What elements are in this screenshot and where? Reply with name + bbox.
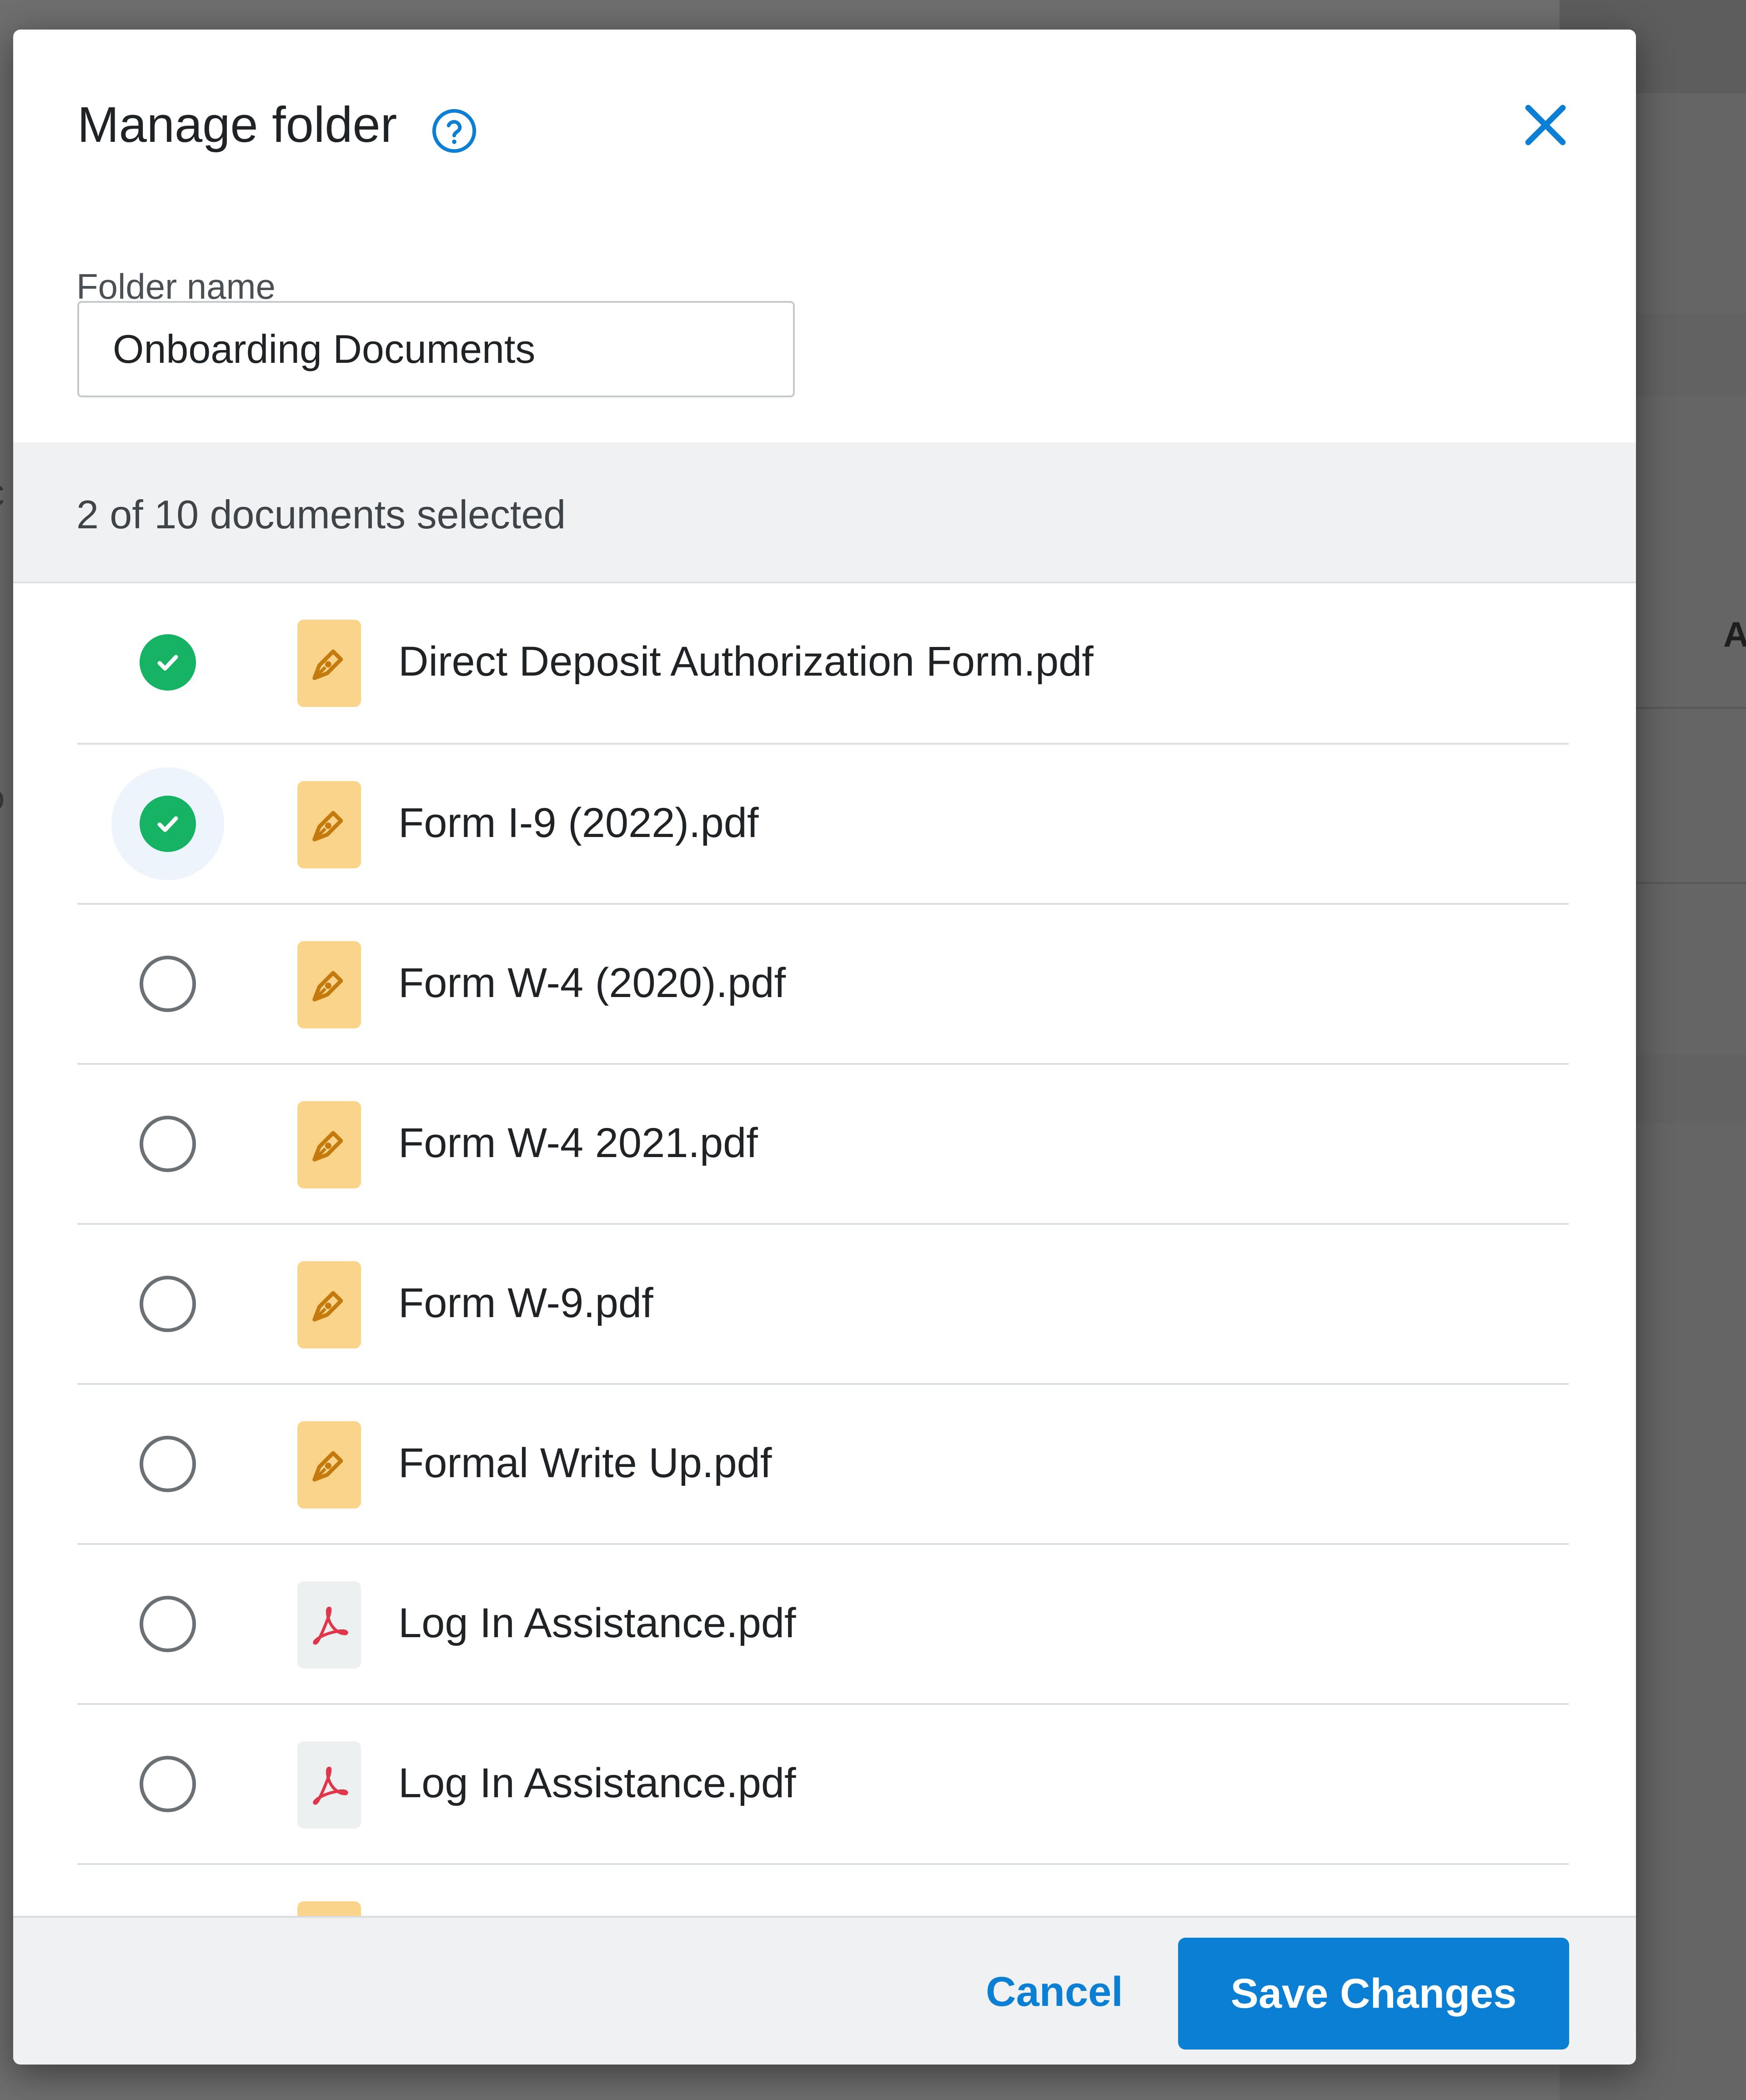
dialog-footer: Cancel Save Changes xyxy=(13,1916,1636,2065)
document-row[interactable]: Form W-9.pdf xyxy=(77,1225,1569,1385)
selected-check-icon[interactable] xyxy=(140,796,196,852)
background-column-letter: A xyxy=(1723,614,1746,654)
document-name: Form W-4 (2020).pdf xyxy=(398,960,786,1006)
signature-pen-icon xyxy=(297,941,361,1028)
close-icon xyxy=(1525,105,1566,145)
document-name: Formal Write Up.pdf xyxy=(398,1440,772,1486)
manage-folder-dialog: Manage folder Folder name 2 of 10 docume… xyxy=(13,30,1636,2065)
document-name: Direct Deposit Authorization Form.pdf xyxy=(398,638,1094,685)
signature-pen-icon xyxy=(297,781,361,868)
dialog-header: Manage folder Folder name xyxy=(13,30,1636,306)
dialog-title: Manage folder xyxy=(77,97,397,153)
save-changes-button[interactable]: Save Changes xyxy=(1178,1938,1569,2050)
signature-pen-icon xyxy=(297,1101,361,1188)
document-row[interactable]: Form I-9 (2022).pdf xyxy=(77,745,1569,905)
signature-pen-icon xyxy=(297,1901,361,1918)
selected-check-icon[interactable] xyxy=(140,634,196,691)
selection-summary-bar: 2 of 10 documents selected xyxy=(13,442,1636,583)
document-name: Form W-9.pdf xyxy=(398,1280,653,1326)
cancel-button[interactable]: Cancel xyxy=(982,1962,1127,2021)
selection-count: 2 of 10 documents selected xyxy=(76,492,566,537)
document-name: Form I-9 (2022).pdf xyxy=(398,800,759,846)
document-row[interactable]: Direct Deposit Authorization Form.pdf xyxy=(77,583,1569,745)
unselected-circle-icon[interactable] xyxy=(140,1116,196,1172)
document-name: Form W-4 2021.pdf xyxy=(398,1120,758,1166)
folder-name-input[interactable] xyxy=(77,301,795,397)
document-row[interactable] xyxy=(77,1865,1569,1918)
unselected-circle-icon[interactable] xyxy=(140,1436,196,1492)
signature-pen-icon xyxy=(297,1421,361,1509)
unselected-circle-icon[interactable] xyxy=(140,956,196,1012)
background-left-letter: F xyxy=(0,950,1,987)
unselected-circle-icon[interactable] xyxy=(140,1596,196,1652)
signature-pen-icon xyxy=(297,620,361,707)
close-button[interactable] xyxy=(1514,93,1577,157)
help-circle-icon[interactable] xyxy=(430,107,478,155)
unselected-circle-icon[interactable] xyxy=(140,1276,196,1332)
document-name: Log In Assistance.pdf xyxy=(398,1760,796,1806)
document-row[interactable]: Form W-4 (2020).pdf xyxy=(77,905,1569,1065)
pdf-icon xyxy=(297,1581,361,1669)
document-name: Log In Assistance.pdf xyxy=(398,1600,796,1646)
pdf-icon xyxy=(297,1741,361,1829)
unselected-circle-icon[interactable] xyxy=(140,1756,196,1812)
document-row[interactable]: Form W-4 2021.pdf xyxy=(77,1065,1569,1225)
document-row[interactable]: Log In Assistance.pdf xyxy=(77,1545,1569,1705)
background-left-letter: C xyxy=(0,477,5,514)
signature-pen-icon xyxy=(297,1261,361,1348)
document-row[interactable]: Formal Write Up.pdf xyxy=(77,1385,1569,1545)
background-left-letter: D xyxy=(0,782,5,818)
document-row[interactable]: Log In Assistance.pdf xyxy=(77,1705,1569,1865)
document-list[interactable]: Direct Deposit Authorization Form.pdf Fo… xyxy=(13,583,1636,1918)
